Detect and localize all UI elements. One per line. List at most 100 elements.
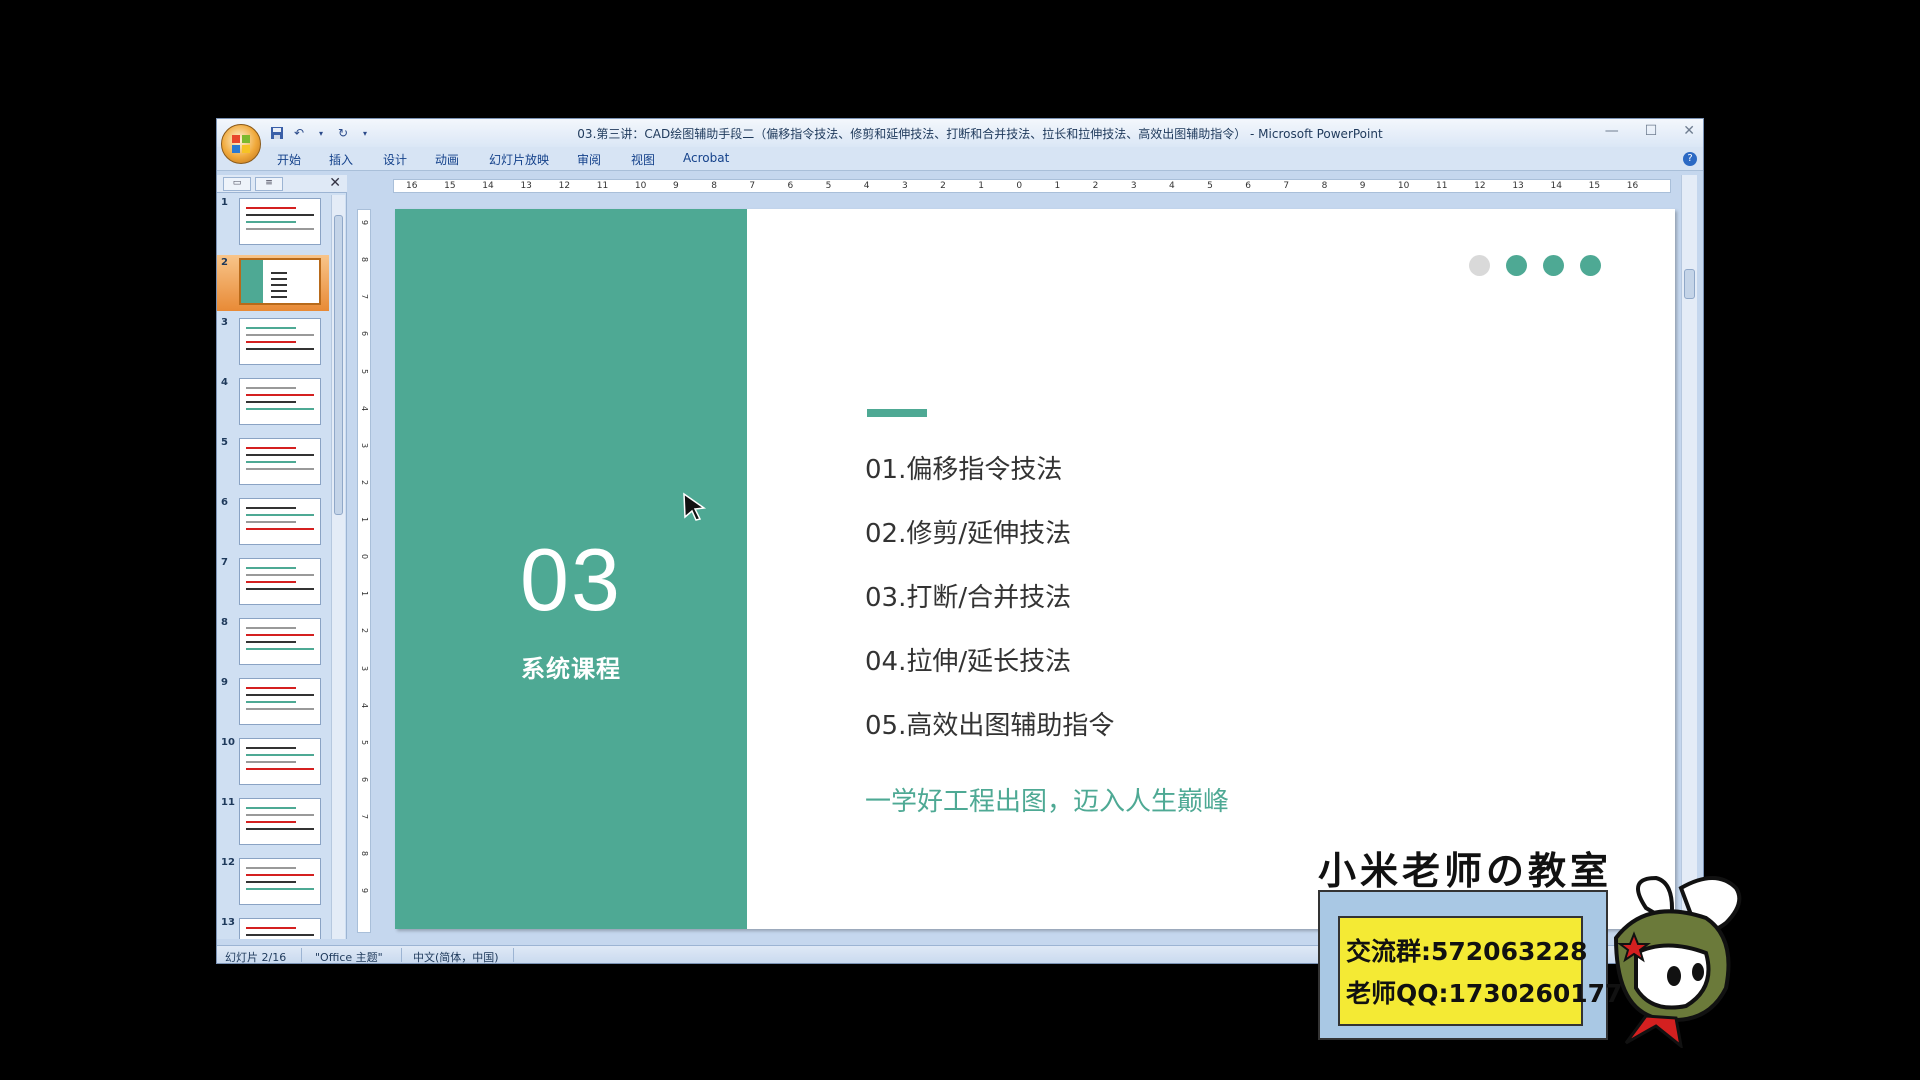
window-controls: — ☐ ✕: [1605, 123, 1695, 139]
tab-slideshow[interactable]: 幻灯片放映: [489, 151, 549, 168]
agenda-item: 05.高效出图辅助指令: [865, 711, 1115, 741]
thumbnail-number: 12: [221, 857, 235, 868]
ruler-tick-label: 8: [360, 257, 369, 263]
minimize-button[interactable]: —: [1605, 123, 1619, 139]
close-button[interactable]: ✕: [1683, 123, 1695, 139]
ruler-tick-label: 13: [1512, 181, 1524, 191]
status-divider: [301, 948, 302, 962]
slide-thumbnail[interactable]: 4: [217, 375, 329, 431]
ruler-tick-label: 8: [711, 181, 717, 191]
ruler-tick-label: 0: [360, 554, 369, 560]
thumbnails-scrollbar[interactable]: [331, 195, 345, 939]
ruler-tick-label: 10: [1397, 181, 1410, 191]
agenda-item: 02.修剪/延伸技法: [865, 519, 1072, 549]
thumbnail-preview: [239, 558, 321, 605]
language-indicator[interactable]: 中文(简体，中国): [413, 949, 499, 963]
ruler-tick-label: 14: [482, 181, 494, 191]
ruler-tick-label: 7: [360, 814, 369, 820]
redo-icon[interactable]: ↻: [335, 125, 351, 141]
office-button[interactable]: [221, 124, 261, 164]
tab-design[interactable]: 设计: [383, 151, 407, 168]
contact-panel: 交流群:572063228 老师QQ:1730260177: [1338, 916, 1622, 1026]
ruler-tick-label: 3: [1130, 181, 1137, 191]
ruler-tick-label: 13: [520, 181, 532, 191]
thumbnail-number: 5: [221, 437, 228, 448]
help-icon[interactable]: ?: [1683, 152, 1697, 166]
thumbnail-preview: [239, 318, 321, 365]
slide-canvas[interactable]: 03 系统课程 01.偏移指令技法 02.修剪/延伸技法 03.打断/合并技法 …: [395, 209, 1675, 929]
ruler-tick-label: 2: [360, 479, 369, 485]
dropdown-icon[interactable]: ▾: [313, 125, 329, 141]
slide-thumbnail[interactable]: 5: [217, 435, 329, 491]
thumbnail-number: 6: [221, 497, 228, 508]
tab-acrobat[interactable]: Acrobat: [683, 151, 729, 165]
slide-thumbnail[interactable]: 3: [217, 315, 329, 371]
tagline: 一学好工程出图，迈入人生巅峰: [865, 787, 1230, 817]
thumbnail-preview: [239, 438, 321, 485]
ruler-tick-label: 14: [1550, 181, 1562, 191]
watermark-overlay: 小米老师の教室 交流群:572063228 老师QQ:1730260177: [1318, 840, 1758, 1050]
ruler-tick-label: 1: [360, 591, 369, 597]
slide-thumbnail[interactable]: 7: [217, 555, 329, 611]
thumbnail-preview: [239, 738, 321, 785]
thumbnail-number: 9: [221, 677, 228, 688]
ruler-tick-label: 9: [673, 181, 679, 191]
slide-scrollbar[interactable]: [1681, 175, 1697, 939]
section-number: 03: [520, 530, 622, 629]
undo-icon[interactable]: ↶: [291, 125, 307, 141]
pane-tabs: ▭ ≡ ✕: [217, 175, 347, 193]
ruler-tick-label: 3: [360, 442, 369, 448]
ruler-tick-label: 7: [360, 294, 369, 300]
slide-thumbnail[interactable]: 8: [217, 615, 329, 671]
slide-thumbnail[interactable]: 1: [217, 195, 329, 251]
tab-insert[interactable]: 插入: [329, 151, 353, 168]
slide-thumbnail[interactable]: 2: [217, 255, 329, 311]
scrollbar-handle[interactable]: [1684, 269, 1695, 299]
ruler-tick-label: 15: [444, 181, 456, 191]
ruler-tick-label: 5: [825, 181, 832, 191]
tab-animations[interactable]: 动画: [435, 151, 459, 168]
thumbnail-preview: [239, 378, 321, 425]
maximize-button[interactable]: ☐: [1645, 123, 1658, 139]
ruler-tick-label: 4: [360, 405, 369, 411]
slide-thumbnail[interactable]: 11: [217, 795, 329, 851]
ruler-tick-label: 4: [863, 181, 870, 191]
slide-thumbnail[interactable]: 6: [217, 495, 329, 551]
ruler-tick-label: 8: [1321, 181, 1328, 191]
ruler-tick-label: 9: [360, 220, 369, 226]
save-icon[interactable]: [269, 125, 285, 141]
ruler-tick-label: 3: [901, 181, 908, 191]
slide-thumbnail[interactable]: 13: [217, 915, 329, 939]
screen: ↶ ▾ ↻ ▾ 03.第三讲：CAD绘图辅助手段二（偏移指令技法、修剪和延伸技法…: [0, 0, 1920, 1080]
slide-thumbnail[interactable]: 9: [217, 675, 329, 731]
outline-tab-icon[interactable]: ≡: [255, 177, 283, 191]
ruler-tick-label: 2: [940, 181, 946, 191]
ruler-tick-label: 6: [360, 331, 369, 337]
ruler-tick-label: 5: [360, 368, 369, 374]
powerpoint-window: ↶ ▾ ↻ ▾ 03.第三讲：CAD绘图辅助手段二（偏移指令技法、修剪和延伸技法…: [216, 118, 1704, 964]
group-number: 交流群:572063228: [1346, 937, 1588, 966]
ruler-tick-label: 5: [360, 739, 369, 745]
watermark-title: 小米老师の教室: [1318, 849, 1613, 893]
ruler-tick-label: 5: [1207, 181, 1213, 191]
slides-tab-icon[interactable]: ▭: [223, 177, 251, 191]
ruler-tick-label: 10: [634, 181, 647, 191]
thumbnail-preview: [239, 678, 321, 725]
status-divider: [401, 948, 402, 962]
scrollbar-handle[interactable]: [334, 215, 343, 515]
status-divider: [513, 948, 514, 962]
slide-thumbnail[interactable]: 10: [217, 735, 329, 791]
close-icon[interactable]: ✕: [329, 175, 341, 191]
thumbnail-number: 3: [221, 317, 228, 328]
customize-qat-icon[interactable]: ▾: [357, 125, 373, 141]
section-panel: 03 系统课程: [395, 209, 747, 929]
ribbon-tabs: 开始 插入 设计 动画 幻灯片放映 审阅 视图 Acrobat ?: [217, 147, 1703, 171]
theme-name[interactable]: "Office 主题": [315, 949, 383, 963]
progress-dot: [1469, 255, 1490, 276]
slide-thumbnail[interactable]: 12: [217, 855, 329, 911]
ruler-tick-label: 12: [1474, 181, 1486, 191]
tab-home[interactable]: 开始: [277, 151, 301, 168]
ruler-tick-label: 4: [360, 702, 369, 708]
tab-view[interactable]: 视图: [631, 151, 655, 168]
tab-review[interactable]: 审阅: [577, 151, 601, 168]
